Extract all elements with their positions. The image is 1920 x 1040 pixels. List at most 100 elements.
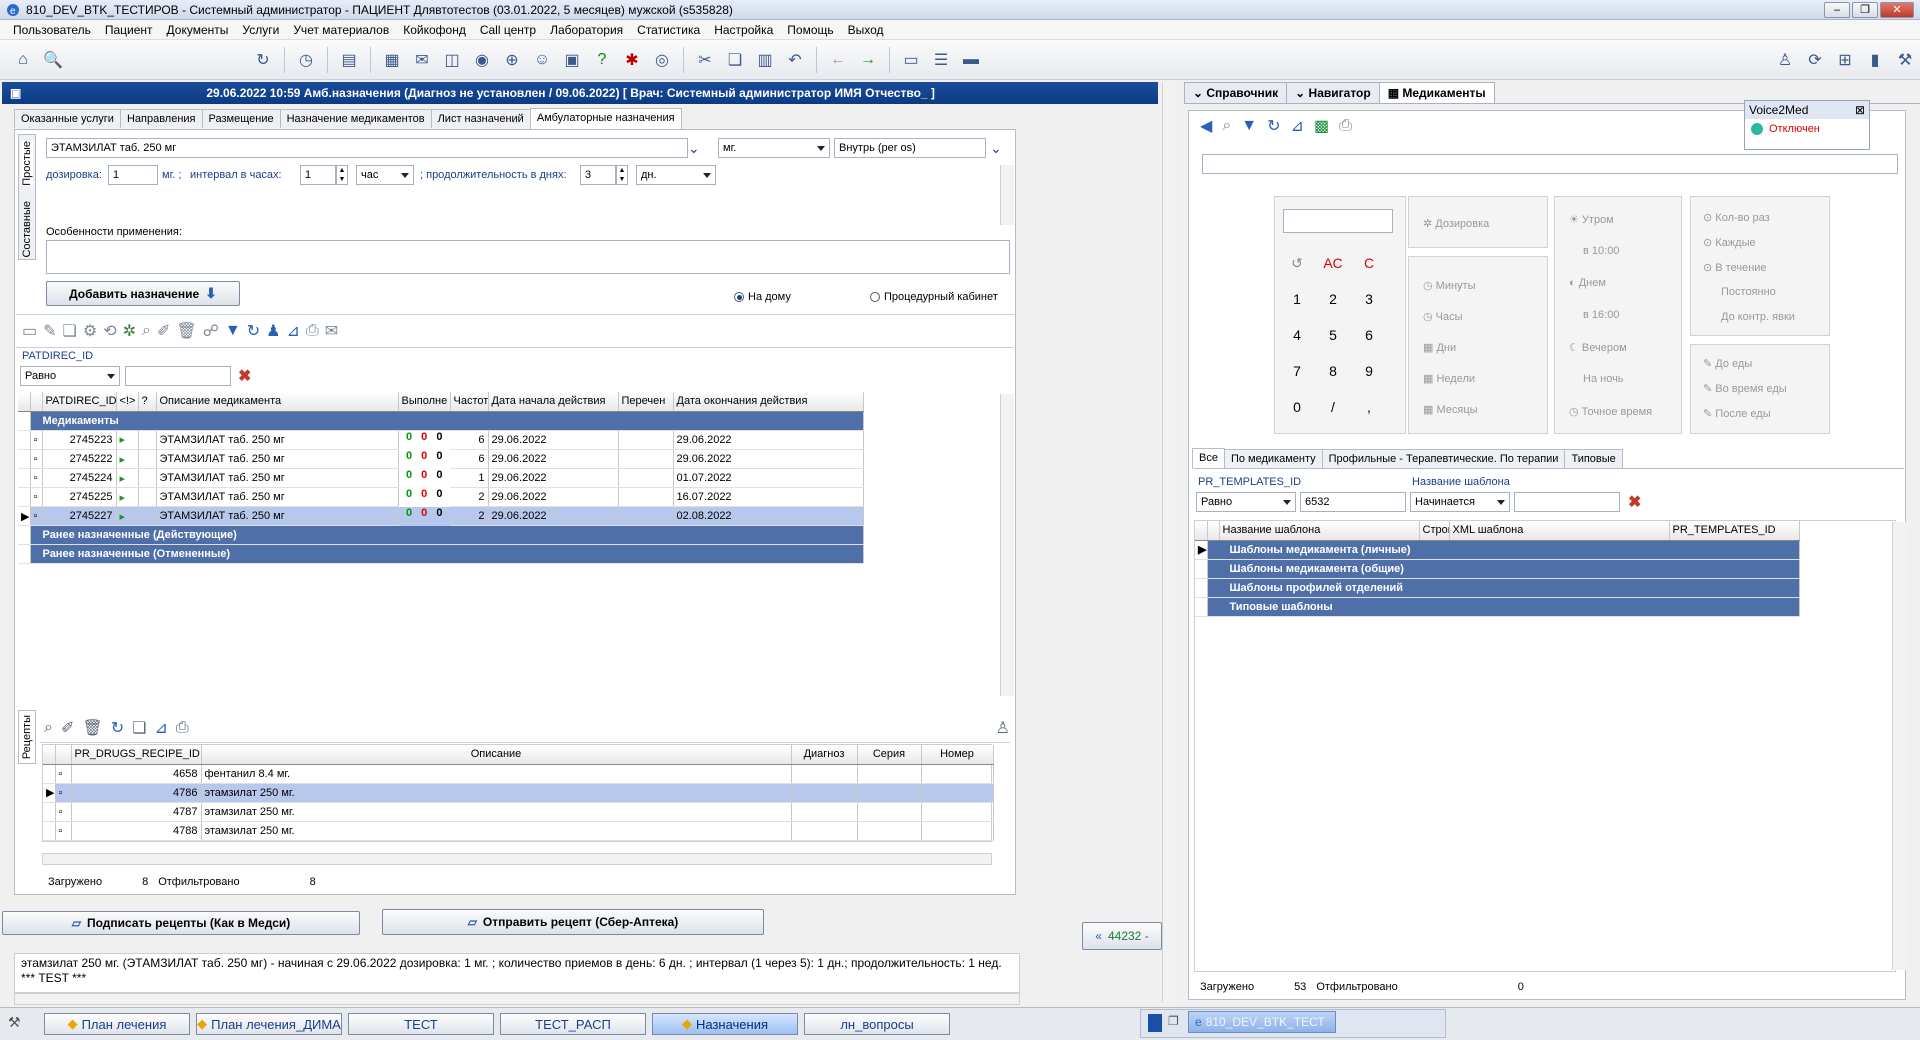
calc-key-8[interactable]: 8 [1319,363,1347,379]
lock-icon[interactable]: ▣ [560,48,584,72]
col-tmpl-name[interactable]: Название шаблона [1219,521,1420,541]
col-recipe-id[interactable]: PR_DRUGS_RECIPE_ID [71,745,202,765]
clipboard-icon[interactable]: ▥ [753,48,777,72]
filter-icon[interactable]: ▼ [225,322,241,340]
group-row-cancelled[interactable]: Ранее назначенные (Отмененные) [18,544,864,564]
interval-input[interactable]: 1 [300,165,336,185]
menu-exit[interactable]: Выход [841,23,891,37]
col-end[interactable]: Дата окончания действия [673,392,864,412]
time-morning[interactable]: ☀ Утром [1569,213,1614,226]
search-user-icon[interactable]: ☍ [203,321,219,341]
tab-referrals[interactable]: Направления [119,109,203,128]
calc-key-6[interactable]: 6 [1355,327,1383,343]
col-freq[interactable]: Частот [450,392,489,412]
voice2med-close-icon[interactable]: ⊠ [1855,103,1865,117]
maximize-button[interactable]: ❐ [1852,2,1878,18]
time-exact[interactable]: ◷ Точное время [1569,405,1652,418]
unit-weeks[interactable]: ▦ Недели [1423,372,1475,385]
freq-until-control[interactable]: До контр. явки [1721,311,1795,323]
form-scrollbar[interactable] [1000,165,1014,225]
bar-chart-icon[interactable]: ▮ [1863,48,1887,72]
menu-materials[interactable]: Учет материалов [286,23,396,37]
zoom-icon[interactable]: ⊕ [500,48,524,72]
app-taskbar-icon[interactable] [1148,1014,1162,1032]
user-filter-icon[interactable]: ♟ [266,321,280,341]
close-button[interactable]: ✕ [1880,2,1914,18]
menu-user[interactable]: Пользователь [6,23,98,37]
windows-taskbar-icon[interactable]: ❐ [1168,1014,1179,1028]
envelope-icon[interactable]: ✉ [325,321,338,341]
copy-icon[interactable]: ❏ [723,48,747,72]
menu-settings[interactable]: Настройка [707,23,780,37]
radio-home[interactable]: На дому [734,291,791,303]
table-row[interactable]: ▫ 2745224 ▸ ЭТАМЗИЛАТ таб. 250 мг 0 0 0 1 29.06.… [18,468,864,488]
meal-during[interactable]: ✎ Во время еды [1703,382,1787,395]
patdirec-filter-value[interactable] [125,366,231,386]
print-icon[interactable]: ▤ [337,48,361,72]
description-hscrollbar[interactable] [14,993,1020,1005]
tab-ambulatory[interactable]: Амбулаторные назначения [529,108,682,129]
menu-lab[interactable]: Лаборатория [543,23,630,37]
grid-scrollbar[interactable] [1000,394,1014,696]
pencil-icon[interactable]: ✐ [157,321,170,341]
sync-icon[interactable]: ⟳ [1803,48,1827,72]
time-evening[interactable]: ☾ Вечером [1569,341,1627,354]
list-icon[interactable]: ☰ [929,48,953,72]
refresh-grid-icon[interactable]: ↻ [247,321,260,341]
col-recipe-diag[interactable]: Диагноз [791,745,858,765]
calc-key-c[interactable]: С [1355,255,1383,271]
disk-icon[interactable]: ◉ [470,48,494,72]
med-search-icon[interactable]: ⌕ [1222,117,1231,135]
ruler-icon[interactable]: ▭ [899,48,923,72]
new-icon[interactable]: ▭ [22,321,37,341]
tmpl-tab-all[interactable]: Все [1192,448,1225,469]
magnifier-icon[interactable]: ⌕ [142,322,151,340]
meal-after[interactable]: ✎ После еды [1703,407,1771,420]
calc-key-3[interactable]: 3 [1355,291,1383,307]
calc-key-slash[interactable]: / [1319,399,1347,415]
tab-placement[interactable]: Размещение [201,109,281,128]
wrench-icon[interactable]: ⚒ [1893,48,1917,72]
back-arrow-icon[interactable]: ← [826,48,850,72]
user-icon[interactable]: ♙ [1773,48,1797,72]
tmpl-name-op[interactable]: Начинается [1410,492,1510,512]
col-tmpl-xml[interactable]: XML шаблона [1449,521,1670,541]
sign-recipes-button[interactable]: ▱ Подписать рецепты (Как в Медси) [2,911,360,935]
duration-unit-select[interactable]: дн. [636,165,716,185]
col-done[interactable]: Выполне [398,392,451,412]
col-recipe-desc[interactable]: Описание [201,745,792,765]
duration-spinner[interactable]: ▲ ▼ [616,165,628,185]
duration-input[interactable]: 3 [580,165,616,185]
forward-arrow-icon[interactable]: → [856,48,880,72]
group-row-active[interactable]: Ранее назначенные (Действующие) [18,525,864,545]
tmpl-tab-profile[interactable]: Профильные - Терапевтические. По терапии [1321,449,1566,468]
col-question[interactable]: ? [138,392,157,412]
tmpl-tab-typical[interactable]: Типовые [1564,449,1623,468]
recipe-copy-icon[interactable]: ❏ [132,718,146,738]
table-row[interactable]: ▫ 2745223 ▸ ЭТАМЗИЛАТ таб. 250 мг 0 0 0 6 29.06.… [18,430,864,450]
calc-key-1[interactable]: 1 [1283,291,1311,307]
recipe-export-icon[interactable]: ⊿ [154,718,167,738]
menu-services[interactable]: Услуги [235,23,286,37]
menu-stats[interactable]: Статистика [630,23,707,37]
recipes-side-tab[interactable]: Рецепты [21,715,33,759]
calc-display[interactable] [1283,209,1393,233]
history-side-button[interactable]: « 44232 - [1082,922,1162,950]
tmpl-id-input[interactable]: 6532 [1300,492,1406,512]
tmpl-group-departments[interactable]: Шаблоны профилей отделений [1195,578,1800,598]
tmpl-name-input[interactable] [1514,492,1620,512]
col-patdirec-id[interactable]: PATDIREC_ID [42,392,117,412]
side-tab-simple[interactable]: Простые [21,141,33,186]
route-input[interactable]: Внутрь (per os) [834,138,986,158]
network-icon[interactable]: ⊞ [1833,48,1857,72]
radio-procedure[interactable]: Процедурный кабинет [870,291,998,303]
side-tab-composite[interactable]: Составные [21,201,33,258]
interval-spinner[interactable]: ▲ ▼ [336,165,348,185]
col-start[interactable]: Дата начала действия [488,392,619,412]
tab-navigator[interactable]: ⌄ Навигатор [1286,82,1380,103]
patdirec-filter-op[interactable]: Равно [20,366,120,386]
route-chevron-icon[interactable]: ⌄ [990,140,1002,157]
table-row[interactable]: ▫ 2745222 ▸ ЭТАМЗИЛАТ таб. 250 мг 0 0 0 6 29.06.… [18,449,864,469]
recipes-hscrollbar[interactable] [42,853,992,865]
meal-before[interactable]: ✎ До еды [1703,357,1752,370]
